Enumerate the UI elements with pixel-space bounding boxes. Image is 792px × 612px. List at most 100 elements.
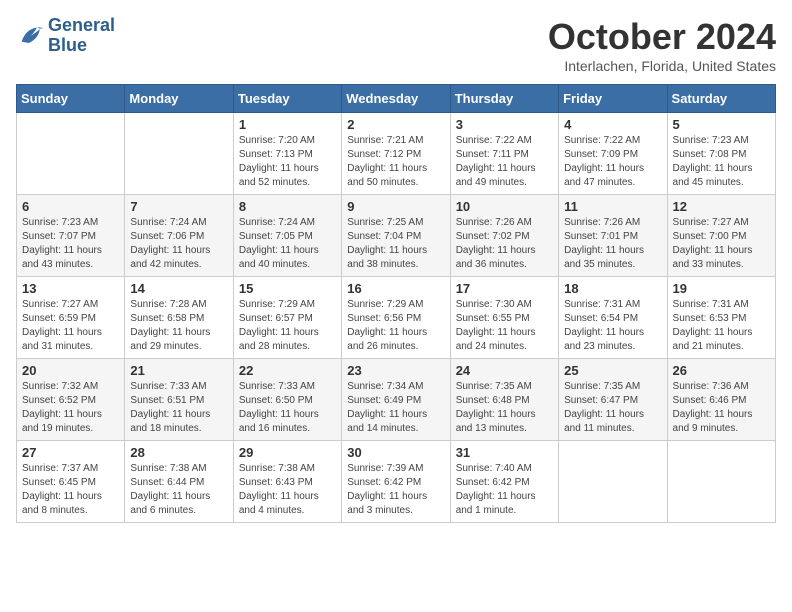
calendar-cell: 14Sunrise: 7:28 AMSunset: 6:58 PMDayligh…: [125, 277, 233, 359]
day-num-label: 14: [130, 281, 227, 296]
header-cell-wednesday: Wednesday: [342, 85, 450, 113]
week-row-1: 1Sunrise: 7:20 AMSunset: 7:13 PMDaylight…: [17, 113, 776, 195]
logo: General Blue: [16, 16, 115, 56]
cell-info-line: Daylight: 11 hours and 36 minutes.: [456, 244, 553, 272]
cell-info-line: Daylight: 11 hours and 8 minutes.: [22, 490, 119, 518]
cell-info-line: Daylight: 11 hours and 52 minutes.: [239, 162, 336, 190]
cell-info-line: Sunrise: 7:28 AM: [130, 298, 227, 312]
cell-info-line: Sunrise: 7:38 AM: [130, 462, 227, 476]
calendar-cell: 12Sunrise: 7:27 AMSunset: 7:00 PMDayligh…: [667, 195, 775, 277]
day-num-label: 6: [22, 199, 119, 214]
calendar-cell: 10Sunrise: 7:26 AMSunset: 7:02 PMDayligh…: [450, 195, 558, 277]
cell-info-line: Daylight: 11 hours and 45 minutes.: [673, 162, 770, 190]
logo-text: General Blue: [48, 16, 115, 56]
cell-info-line: Sunset: 7:04 PM: [347, 230, 444, 244]
cell-info-line: Sunset: 6:59 PM: [22, 312, 119, 326]
calendar-cell: 30 Sunrise: 7:39 AMSunset: 6:42 PMDayligh…: [342, 441, 450, 523]
cell-info-line: Sunrise: 7:35 AM: [456, 380, 553, 394]
cell-info-line: Daylight: 11 hours and 1 minute.: [456, 490, 553, 518]
calendar-cell: 7Sunrise: 7:24 AMSunset: 7:06 PMDaylight…: [125, 195, 233, 277]
cell-info-line: Daylight: 11 hours and 26 minutes.: [347, 326, 444, 354]
cell-info-line: Sunset: 7:08 PM: [673, 148, 770, 162]
week-row-4: 20Sunrise: 7:32 AMSunset: 6:52 PMDayligh…: [17, 359, 776, 441]
cell-info-line: Sunset: 6:50 PM: [239, 394, 336, 408]
cell-info-line: Sunrise: 7:31 AM: [673, 298, 770, 312]
header-cell-tuesday: Tuesday: [233, 85, 341, 113]
page-header: General Blue October 2024 Interlachen, F…: [16, 16, 776, 74]
day-num-label: 25: [564, 363, 661, 378]
day-num-label: 18: [564, 281, 661, 296]
cell-info-line: Sunrise: 7:25 AM: [347, 216, 444, 230]
cell-info-line: Sunset: 6:42 PM: [456, 476, 553, 490]
cell-info-line: Sunset: 7:01 PM: [564, 230, 661, 244]
cell-info-line: Sunset: 7:07 PM: [22, 230, 119, 244]
cell-info-line: Sunset: 7:12 PM: [347, 148, 444, 162]
cell-info-line: Sunrise: 7:21 AM: [347, 134, 444, 148]
day-num-label: 24: [456, 363, 553, 378]
cell-info-line: Sunset: 6:49 PM: [347, 394, 444, 408]
cell-info-line: Sunrise: 7:32 AM: [22, 380, 119, 394]
cell-info-line: Daylight: 11 hours and 38 minutes.: [347, 244, 444, 272]
cell-info-line: Sunset: 6:46 PM: [673, 394, 770, 408]
calendar-cell: 3Sunrise: 7:22 AMSunset: 7:11 PMDaylight…: [450, 113, 558, 195]
day-num-label: 30: [347, 445, 444, 460]
cell-info-line: Daylight: 11 hours and 23 minutes.: [564, 326, 661, 354]
cell-info-line: Sunrise: 7:39 AM: [347, 462, 444, 476]
calendar-cell: 20Sunrise: 7:32 AMSunset: 6:52 PMDayligh…: [17, 359, 125, 441]
day-num-label: 3: [456, 117, 553, 132]
week-row-5: 27Sunrise: 7:37 AMSunset: 6:45 PMDayligh…: [17, 441, 776, 523]
cell-info-line: Daylight: 11 hours and 29 minutes.: [130, 326, 227, 354]
cell-info-line: Sunrise: 7:29 AM: [347, 298, 444, 312]
day-num-label: 28: [130, 445, 227, 460]
cell-info-line: Sunrise: 7:27 AM: [673, 216, 770, 230]
calendar-cell: 8Sunrise: 7:24 AMSunset: 7:05 PMDaylight…: [233, 195, 341, 277]
cell-info-line: Sunset: 6:47 PM: [564, 394, 661, 408]
calendar-cell: 23Sunrise: 7:34 AMSunset: 6:49 PMDayligh…: [342, 359, 450, 441]
cell-info-line: Daylight: 11 hours and 6 minutes.: [130, 490, 227, 518]
cell-info-line: Sunrise: 7:23 AM: [22, 216, 119, 230]
day-num-label: 2: [347, 117, 444, 132]
cell-info-line: Sunset: 7:06 PM: [130, 230, 227, 244]
calendar-cell: 24Sunrise: 7:35 AMSunset: 6:48 PMDayligh…: [450, 359, 558, 441]
calendar-cell: [17, 113, 125, 195]
header-cell-sunday: Sunday: [17, 85, 125, 113]
header-cell-thursday: Thursday: [450, 85, 558, 113]
cell-info-line: Daylight: 11 hours and 33 minutes.: [673, 244, 770, 272]
cell-info-line: Sunset: 6:57 PM: [239, 312, 336, 326]
calendar-cell: [667, 441, 775, 523]
calendar-cell: 9 Sunrise: 7:25 AMSunset: 7:04 PMDaylight…: [342, 195, 450, 277]
day-num-label: 21: [130, 363, 227, 378]
header-cell-friday: Friday: [559, 85, 667, 113]
cell-info-line: Sunrise: 7:36 AM: [673, 380, 770, 394]
day-num-label: 19: [673, 281, 770, 296]
calendar-cell: 16Sunrise: 7:29 AMSunset: 6:56 PMDayligh…: [342, 277, 450, 359]
day-num-label: 9: [347, 199, 444, 214]
location-text: Interlachen, Florida, United States: [548, 58, 776, 74]
day-num-label: 26: [673, 363, 770, 378]
day-num-label: 15: [239, 281, 336, 296]
day-num-label: 22: [239, 363, 336, 378]
calendar-cell: 13Sunrise: 7:27 AMSunset: 6:59 PMDayligh…: [17, 277, 125, 359]
day-num-label: 17: [456, 281, 553, 296]
cell-info-line: Daylight: 11 hours and 47 minutes.: [564, 162, 661, 190]
cell-info-line: Daylight: 11 hours and 50 minutes.: [347, 162, 444, 190]
cell-info-line: Sunset: 6:42 PM: [347, 476, 444, 490]
cell-info-line: Sunset: 6:56 PM: [347, 312, 444, 326]
calendar-cell: 11Sunrise: 7:26 AMSunset: 7:01 PMDayligh…: [559, 195, 667, 277]
cell-info-line: Daylight: 11 hours and 31 minutes.: [22, 326, 119, 354]
cell-info-line: Daylight: 11 hours and 35 minutes.: [564, 244, 661, 272]
cell-info-line: Sunset: 6:53 PM: [673, 312, 770, 326]
calendar-cell: 17Sunrise: 7:30 AMSunset: 6:55 PMDayligh…: [450, 277, 558, 359]
day-num-label: 12: [673, 199, 770, 214]
calendar-cell: 19Sunrise: 7:31 AMSunset: 6:53 PMDayligh…: [667, 277, 775, 359]
cell-info-line: Daylight: 11 hours and 3 minutes.: [347, 490, 444, 518]
calendar-cell: 27Sunrise: 7:37 AMSunset: 6:45 PMDayligh…: [17, 441, 125, 523]
cell-info-line: Sunrise: 7:20 AM: [239, 134, 336, 148]
calendar-cell: 31Sunrise: 7:40 AMSunset: 6:42 PMDayligh…: [450, 441, 558, 523]
header-cell-monday: Monday: [125, 85, 233, 113]
calendar-cell: 6Sunrise: 7:23 AMSunset: 7:07 PMDaylight…: [17, 195, 125, 277]
calendar-cell: 28Sunrise: 7:38 AMSunset: 6:44 PMDayligh…: [125, 441, 233, 523]
calendar-cell: 22Sunrise: 7:33 AMSunset: 6:50 PMDayligh…: [233, 359, 341, 441]
cell-info-line: Daylight: 11 hours and 24 minutes.: [456, 326, 553, 354]
day-num-label: 5: [673, 117, 770, 132]
